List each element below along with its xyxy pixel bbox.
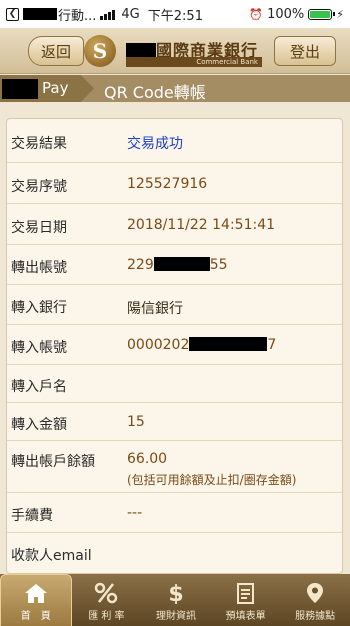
tab-prefill-form[interactable]: 預填表單: [211, 574, 281, 626]
to-account-number: 0000202 7: [127, 337, 276, 353]
detail-row-date: 交易日期 2018/11/22 14:51:41: [7, 204, 342, 245]
tab-exchange-rates[interactable]: 匯 利 率: [72, 574, 142, 626]
tab-service-locations[interactable]: 服務據點: [280, 574, 350, 626]
balance-note: (包括可用餘額及止扣/圈存金額): [127, 473, 297, 487]
transaction-serial: 125527916: [127, 176, 208, 192]
detail-row-amount: 轉入金額 15: [7, 403, 342, 441]
logout-button[interactable]: 登出: [274, 36, 336, 66]
account-prefix: 229: [127, 257, 154, 273]
detail-row-serial: 交易序號 125527916: [7, 163, 342, 204]
transaction-date: 2018/11/22 14:51:41: [127, 217, 276, 233]
redacted-carrier: [23, 8, 57, 20]
detail-label: 交易結果: [11, 136, 67, 152]
detail-row-to-bank: 轉入銀行 陽信銀行: [7, 285, 342, 325]
pay-label: Pay: [42, 79, 69, 97]
home-icon: [24, 584, 47, 603]
tab-label: 服務據點: [295, 611, 336, 622]
battery-label: 100%: [267, 6, 305, 22]
transaction-details: 交易結果 交易成功 交易序號 125527916 交易日期 2018/11/22…: [6, 118, 343, 574]
tab-home[interactable]: 首 頁: [0, 574, 72, 626]
detail-label: 轉入帳號: [11, 340, 67, 356]
transfer-amount: 15: [127, 414, 145, 430]
redacted-account: [189, 337, 268, 351]
redacted-account: [153, 257, 210, 271]
detail-row-balance: 轉出帳戶餘額 66.00 (包括可用餘額及止扣/圈存金額): [7, 441, 342, 493]
fee-value: ---: [127, 505, 143, 521]
detail-row-fee: 手續費 ---: [7, 493, 342, 533]
account-balance: 66.00: [127, 451, 168, 467]
back-button[interactable]: 返回: [28, 36, 84, 66]
account-suffix: 7: [267, 337, 277, 353]
detail-row-to-account: 轉入帳號 0000202 7: [7, 325, 342, 365]
alarm-icon: ⏰: [249, 7, 264, 21]
detail-label: 交易日期: [11, 220, 67, 236]
redacted-pay-brand: [2, 79, 38, 99]
detail-label: 轉入戶名: [11, 379, 67, 395]
detail-label: 收款人email: [11, 548, 92, 564]
from-account-number: 229 55: [127, 257, 228, 273]
detail-row-from-account: 轉出帳號 229 55: [7, 245, 342, 285]
detail-row-result: 交易結果 交易成功: [7, 119, 342, 163]
form-icon: [236, 583, 254, 604]
bank-subtitle: Commercial Bank: [126, 57, 262, 67]
tab-label: 理財資訊: [155, 611, 196, 622]
carrier-label: 行動...: [58, 8, 97, 24]
app-header: 返回 S 國際商業銀行 Commercial Bank 登出: [0, 28, 350, 74]
detail-label: 轉出帳號: [11, 260, 67, 276]
detail-label: 轉入銀行: [11, 300, 67, 316]
detail-row-to-name: 轉入戶名: [7, 365, 342, 403]
detail-row-email: 收款人email: [7, 533, 342, 573]
dollar-icon: $: [168, 582, 183, 604]
tab-label: 首 頁: [20, 611, 51, 622]
tab-label: 預填表單: [225, 611, 266, 622]
page-title-bar: Pay QR Code轉帳: [0, 75, 350, 102]
percent-icon: [95, 582, 118, 604]
time-label: 下午2:51: [147, 8, 203, 24]
bottom-tab-bar: 首 頁 匯 利 率 $ 理財資訊 預填表單 服務據點: [0, 574, 350, 626]
signal-icon: [100, 9, 116, 20]
svg-text:$: $: [168, 582, 183, 604]
account-suffix: 55: [209, 257, 228, 273]
status-bar: ❮ 行動... 4G 下午2:51 ⏰ 100% ⚡: [0, 0, 350, 28]
detail-label: 手續費: [11, 508, 53, 524]
detail-label: 轉出帳戶餘額: [11, 454, 95, 470]
network-label: 4G: [121, 6, 140, 22]
transaction-result: 交易成功: [127, 136, 183, 152]
battery-icon: [308, 8, 336, 20]
page-title: QR Code轉帳: [104, 83, 206, 102]
to-bank-name: 陽信銀行: [127, 301, 183, 317]
detail-label: 交易序號: [11, 179, 67, 195]
account-prefix: 0000202: [127, 337, 190, 353]
detail-label: 轉入金額: [11, 417, 67, 433]
tab-finance-info[interactable]: $ 理財資訊: [141, 574, 211, 626]
location-icon: [307, 583, 324, 603]
bank-logo: S: [84, 35, 116, 67]
redacted-bank-prefix: [126, 43, 156, 58]
back-to-app-icon[interactable]: ❮: [6, 7, 19, 21]
charging-icon: ⚡: [336, 7, 344, 21]
tab-label: 匯 利 率: [88, 611, 125, 622]
